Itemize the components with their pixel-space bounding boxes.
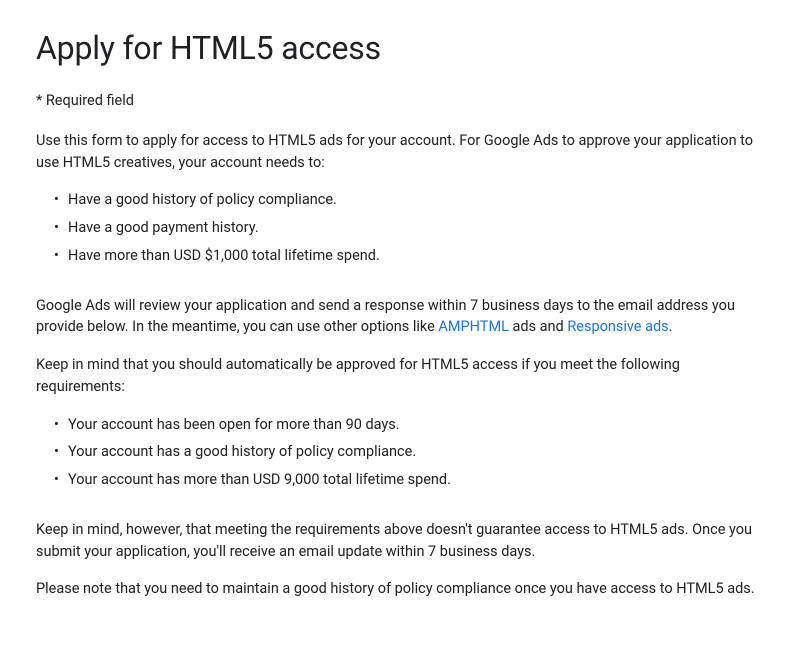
amphtml-link[interactable]: AMPHTML	[438, 318, 509, 335]
text-segment: ads and	[509, 318, 567, 335]
requirements-list-2: Your account has been open for more than…	[36, 414, 764, 491]
requirements-list-1: Have a good history of policy compliance…	[36, 189, 764, 266]
maintain-paragraph: Please note that you need to maintain a …	[36, 578, 764, 600]
list-item: Have more than USD $1,000 total lifetime…	[54, 245, 764, 267]
responsive-ads-link[interactable]: Responsive ads	[567, 318, 668, 335]
intro-paragraph: Use this form to apply for access to HTM…	[36, 130, 764, 174]
list-item: Your account has a good history of polic…	[54, 441, 764, 463]
page-title: Apply for HTML5 access	[36, 24, 764, 72]
auto-approve-paragraph: Keep in mind that you should automatical…	[36, 354, 764, 398]
required-field-note: * Required field	[36, 90, 764, 112]
list-item: Have a good payment history.	[54, 217, 764, 239]
list-item: Your account has been open for more than…	[54, 414, 764, 436]
list-item: Have a good history of policy compliance…	[54, 189, 764, 211]
list-item: Your account has more than USD 9,000 tot…	[54, 469, 764, 491]
review-paragraph: Google Ads will review your application …	[36, 295, 764, 339]
caveat-paragraph: Keep in mind, however, that meeting the …	[36, 519, 764, 563]
text-segment: .	[669, 318, 673, 335]
